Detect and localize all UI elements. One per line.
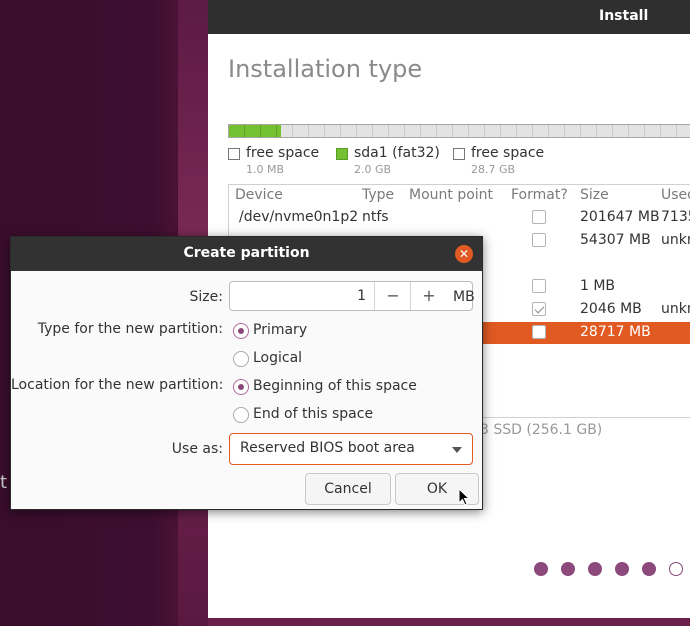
size-label: Size: [189, 289, 223, 305]
location-label: Location for the new partition: [11, 377, 224, 393]
cell-used: 7135 [661, 209, 690, 225]
table-row[interactable]: /dev/nvme0n1p2 ntfs 201647 MB 7135 [229, 207, 690, 229]
partition-bar [228, 124, 690, 138]
create-partition-dialog: Create partition ✕ Size: 1 − + MB Type f… [10, 236, 483, 510]
format-checkbox[interactable] [532, 210, 546, 224]
cell-used: unkn [661, 232, 690, 248]
progress-dot [561, 562, 575, 576]
column-header-size[interactable]: Size [580, 187, 609, 203]
boot-device-text: 3 SSD (256.1 GB) [480, 422, 603, 438]
legend-name: sda1 (fat32) [354, 145, 440, 161]
close-icon[interactable]: ✕ [455, 245, 473, 263]
legend-name: free space [246, 145, 320, 161]
cell-size: 54307 MB [580, 232, 651, 248]
column-header-used[interactable]: Used [661, 187, 690, 203]
legend-swatch [228, 148, 240, 160]
use-as-select[interactable]: Reserved BIOS boot area [229, 433, 473, 465]
column-header-mount-point[interactable]: Mount point [409, 187, 493, 203]
window-titlebar: Install [208, 0, 690, 34]
minus-button[interactable]: − [374, 282, 411, 310]
use-as-label: Use as: [171, 441, 223, 457]
legend-size: 2.0 GB [354, 163, 392, 176]
radio-primary[interactable] [233, 323, 249, 339]
radio-beginning[interactable] [233, 379, 249, 395]
legend-size: 1.0 MB [246, 163, 285, 176]
format-checkbox[interactable] [532, 233, 546, 247]
radio-beginning-label[interactable]: Beginning of this space [253, 378, 417, 394]
desktop-edge-text: t [0, 472, 8, 493]
progress-dot [534, 562, 548, 576]
partition-bar-sda1 [229, 125, 281, 137]
page-title: Installation type [228, 55, 423, 83]
size-unit: MB [453, 289, 475, 305]
legend-name: free space [471, 145, 545, 161]
format-checkbox[interactable] [532, 302, 546, 316]
cancel-button[interactable]: Cancel [305, 473, 391, 505]
radio-logical-label[interactable]: Logical [253, 350, 302, 366]
size-spinbutton[interactable]: 1 − + [229, 281, 473, 311]
radio-primary-label[interactable]: Primary [253, 322, 307, 338]
cell-size: 28717 MB [580, 324, 651, 340]
progress-dot [642, 562, 656, 576]
dialog-titlebar: Create partition ✕ [11, 237, 482, 271]
plus-button[interactable]: + [410, 282, 447, 310]
radio-logical[interactable] [233, 351, 249, 367]
column-header-format[interactable]: Format? [511, 187, 568, 203]
progress-dot-current [669, 562, 683, 576]
column-header-device[interactable]: Device [235, 187, 283, 203]
radio-end-label[interactable]: End of this space [253, 406, 373, 422]
dialog-title: Create partition [183, 245, 310, 261]
type-label: Type for the new partition: [37, 321, 223, 337]
mouse-cursor-icon [458, 488, 470, 506]
radio-end[interactable] [233, 407, 249, 423]
cell-size: 2046 MB [580, 301, 642, 317]
cell-used: unkn [661, 301, 690, 317]
legend-swatch [453, 148, 465, 160]
progress-dot [588, 562, 602, 576]
size-input[interactable]: 1 [230, 288, 366, 304]
cell-device: /dev/nvme0n1p2 [239, 209, 359, 225]
format-checkbox[interactable] [532, 325, 546, 339]
window-title: Install [599, 8, 649, 24]
progress-dot [615, 562, 629, 576]
chevron-down-icon [452, 447, 462, 453]
column-header-type[interactable]: Type [362, 187, 394, 203]
cell-type: ntfs [362, 209, 389, 225]
cell-size: 1 MB [580, 278, 616, 294]
legend-swatch [336, 148, 348, 160]
legend-size: 28.7 GB [471, 163, 516, 176]
format-checkbox[interactable] [532, 279, 546, 293]
use-as-value: Reserved BIOS boot area [240, 440, 415, 456]
cell-size: 201647 MB [580, 209, 660, 225]
